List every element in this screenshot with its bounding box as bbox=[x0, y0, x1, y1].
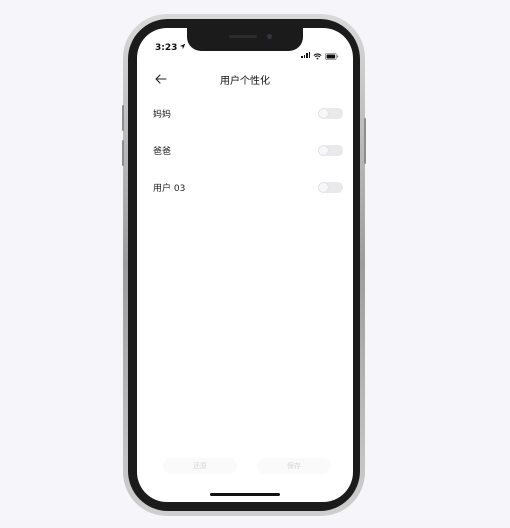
toggle-knob bbox=[319, 182, 328, 192]
speaker-grille bbox=[229, 35, 257, 38]
user-toggle-dad[interactable] bbox=[318, 144, 343, 156]
user-row-mom: 妈妈 bbox=[153, 104, 343, 122]
toggle-knob bbox=[319, 145, 328, 155]
status-time: 3:23 bbox=[155, 43, 186, 53]
save-button[interactable]: 保存 bbox=[257, 458, 331, 474]
status-indicators bbox=[301, 45, 339, 64]
user-toggle-mom[interactable] bbox=[318, 107, 343, 119]
home-indicator[interactable] bbox=[210, 493, 280, 496]
volume-down-button bbox=[122, 140, 124, 166]
reset-button[interactable]: 还原 bbox=[163, 458, 237, 474]
cellular-signal-icon bbox=[301, 51, 310, 58]
power-button bbox=[364, 118, 366, 164]
user-label: 妈妈 bbox=[153, 109, 172, 120]
user-row-dad: 爸爸 bbox=[153, 141, 343, 159]
wifi-icon bbox=[313, 45, 322, 64]
battery-icon bbox=[325, 45, 339, 64]
user-label: 用户 03 bbox=[153, 183, 186, 194]
page-title: 用户个性化 bbox=[220, 76, 270, 87]
location-arrow-icon bbox=[179, 43, 186, 53]
phone-screen: 3:23 用户个性化 妈妈 爸爸 用户 03 还原 保存 bbox=[137, 28, 353, 502]
toggle-knob bbox=[319, 108, 328, 118]
status-time-text: 3:23 bbox=[155, 43, 178, 53]
volume-up-button bbox=[122, 105, 124, 131]
notch bbox=[187, 28, 303, 51]
stage: 3:23 用户个性化 妈妈 爸爸 用户 03 还原 保存 bbox=[0, 0, 510, 528]
front-camera bbox=[267, 34, 272, 39]
user-label: 爸爸 bbox=[153, 146, 172, 157]
user-toggle-03[interactable] bbox=[318, 181, 343, 193]
user-row-03: 用户 03 bbox=[153, 178, 343, 196]
